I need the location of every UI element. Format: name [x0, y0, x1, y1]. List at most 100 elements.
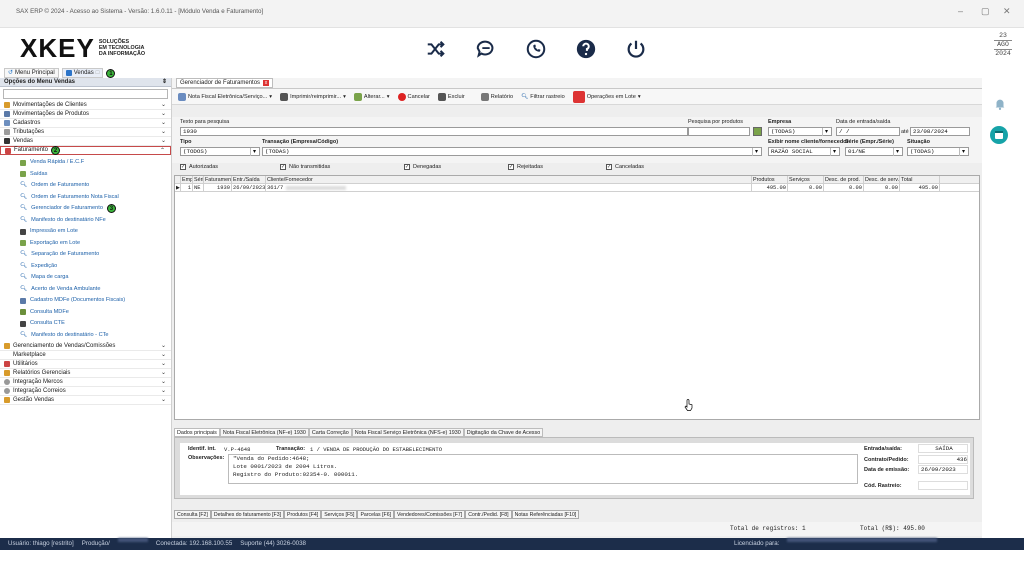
cancel-button[interactable]: Cancelar	[397, 92, 430, 101]
tab-vendedores[interactable]: Vendedores/Comissões [F7]	[394, 510, 466, 519]
tab-carta-correcao[interactable]: Carta Correção	[308, 428, 352, 437]
sidebar-sub-venda-rapida[interactable]: Venda Rápida / E.C.F	[0, 157, 171, 169]
date-label: Data de entrada/saída	[836, 119, 891, 125]
series-select[interactable]: 01/NE	[845, 147, 903, 156]
type-select[interactable]: (TODOS)	[180, 147, 260, 156]
close-icon[interactable]: x	[263, 80, 270, 86]
sidebar-item-vendas[interactable]: Vendas ⌄	[0, 137, 171, 146]
company-select[interactable]: (TODAS)	[768, 127, 832, 136]
alter-button[interactable]: Alterar... ▾	[353, 92, 390, 101]
tab-chave-acesso[interactable]: Digitação da Chave de Acesso	[463, 428, 544, 437]
maximize-button[interactable]: ▢	[981, 6, 990, 17]
sales-icon	[65, 70, 72, 76]
emission-value: 26/09/2023	[918, 465, 968, 474]
date-year: 2024	[995, 50, 1011, 57]
tab-notas-ref[interactable]: Notas Referênciadas [F10]	[511, 510, 580, 519]
sidebar-title: Opções do Menu Vendas ⇕	[0, 78, 171, 87]
tab-consulta[interactable]: Consulta [F2]	[174, 510, 211, 519]
tab-nfe[interactable]: Nota Fiscal Eletrônica (NF-e) 1930	[219, 428, 309, 437]
nfe-button[interactable]: Nota Fiscal Eletrônica/Serviço... ▾	[178, 92, 272, 101]
obs-textarea[interactable]: "Venda do Pedido:4648; Lote 0001/2023 de…	[228, 454, 858, 484]
print-button[interactable]: Imprimir/reimprimir... ▾	[280, 92, 346, 101]
tab-detalhes[interactable]: Detalhes do faturamento [F3]	[210, 510, 285, 519]
trash-icon	[437, 92, 446, 101]
tab-vendas[interactable]: Vendas □	[61, 68, 104, 78]
status-select[interactable]: (TODAS)	[907, 147, 969, 156]
tab-nfse[interactable]: Nota Fiscal Serviço Eletrônica (NFS-e) 1…	[351, 428, 464, 437]
date-to-input[interactable]: 23/08/2024	[910, 127, 970, 136]
transaction-select[interactable]: (TODAS)	[262, 147, 762, 156]
search-icon: 🔍︎	[20, 216, 28, 223]
close-button[interactable]: ✕	[1003, 6, 1011, 17]
chevron-down-icon: ⌄	[160, 129, 166, 135]
tab-main-menu[interactable]: ↺ Menu Principal	[4, 68, 59, 78]
tab-gerenciador[interactable]: Gerenciador de Faturamentos x	[176, 78, 274, 88]
exit-icon	[20, 171, 26, 178]
toolbar: Nota Fiscal Eletrônica/Serviço... ▾ Impr…	[172, 89, 982, 105]
report-button[interactable]: Relatório	[480, 92, 513, 101]
tab-produtos[interactable]: Produtos [F4]	[284, 510, 322, 519]
tab-parcelas[interactable]: Parcelas [F6]	[357, 510, 395, 519]
sidebar-search-input[interactable]	[3, 89, 168, 99]
notification-icon[interactable]	[993, 97, 1007, 111]
ident-value: V.P-4648	[224, 446, 251, 453]
chevron-up-icon: ⌃	[159, 148, 165, 154]
sidebar-item-gestao[interactable]: Gestão Vendas ⌄	[0, 396, 171, 405]
invoice-icon	[5, 147, 11, 154]
tab-contr-pedid[interactable]: Contr./Pedid. [F8]	[465, 510, 512, 519]
entry-value: SAÍDA	[918, 444, 968, 453]
sidebar-sub-gerenciador[interactable]: 🔍︎ Gerenciador de Faturamento 3	[0, 203, 171, 215]
sidebar-sub-ordem[interactable]: 🔍︎ Ordem de Faturamento	[0, 180, 171, 192]
check-nao-transmitidas[interactable]: ✓ Não transmitidas	[280, 164, 330, 170]
calendar-icon[interactable]	[990, 126, 1008, 144]
batch-button[interactable]: Operações em Lote ▾	[572, 90, 641, 103]
sidebar-sub-mdfe[interactable]: Cadastro MDFe (Documentos Fiscais)	[0, 295, 171, 307]
pin-icon[interactable]: ⇕	[162, 78, 167, 87]
tab-close-icon[interactable]: □	[96, 68, 100, 78]
search-icon: 🔍︎	[20, 274, 28, 280]
help-icon[interactable]	[575, 38, 597, 60]
show-name-select[interactable]: RAZÃO SOCIAL	[768, 147, 840, 156]
percent-icon	[4, 129, 10, 135]
date-from-input[interactable]: / /	[836, 127, 900, 136]
chat-icon[interactable]	[475, 38, 497, 60]
sidebar-sub-impressao[interactable]: Impressão em Lote	[0, 226, 171, 238]
sidebar-sub-separacao[interactable]: 🔍︎ Separação de Faturamento	[0, 249, 171, 261]
tab-dados-principais[interactable]: Dados principais	[174, 428, 220, 437]
sidebar-sub-consulta-cte[interactable]: Consulta CTE	[0, 318, 171, 330]
shuffle-icon[interactable]	[425, 38, 447, 60]
search-icon: 🔍︎	[20, 262, 28, 269]
check-canceladas[interactable]: ✓ Canceladas	[606, 164, 644, 170]
back-icon: ↺	[8, 70, 14, 76]
status-user: Usuário: thiago [restrito]	[8, 540, 74, 547]
sidebar-item-faturamento[interactable]: Faturamento 2 ⌃	[0, 146, 171, 155]
tab-servicos[interactable]: Serviços [F5]	[321, 510, 358, 519]
sidebar-sub-acerto[interactable]: 🔍︎ Acerto de Venda Ambulante	[0, 284, 171, 296]
delete-button[interactable]: Excluir	[437, 92, 465, 101]
sidebar: Opções do Menu Vendas ⇕ Movimentações de …	[0, 78, 172, 538]
show-name-label: Exibir nome cliente/fornecedor	[768, 139, 849, 145]
sidebar-sub-saidas[interactable]: Saídas	[0, 169, 171, 181]
sidebar-sub-mapa[interactable]: 🔍︎ Mapa de carga	[0, 272, 171, 284]
sidebar-sub-ordem-nf[interactable]: 🔍︎ Ordem de Faturamento Nota Fiscal	[0, 192, 171, 204]
product-search-icon[interactable]	[753, 127, 762, 136]
chevron-down-icon: ⌄	[160, 102, 166, 108]
sidebar-sub-consulta-mdfe[interactable]: Consulta MDFe	[0, 307, 171, 319]
filter-button[interactable]: 🔍︎ Filtrar rastreio	[521, 94, 565, 100]
search-icon: 🔍︎	[20, 182, 28, 188]
logo: XKEY SOLUÇÕES EM TECNOLOGIA DA INFORMAÇÃO	[20, 35, 145, 61]
minimize-button[interactable]: –	[958, 6, 963, 16]
table-row[interactable]: ▶ 1 NE 1930 26/09/2023 361/7 495.00 0.00…	[175, 184, 979, 192]
whatsapp-icon[interactable]	[525, 38, 547, 60]
check-denegadas[interactable]: ✓ Denegadas	[404, 164, 441, 170]
sidebar-sub-exportacao[interactable]: Exportação em Lote	[0, 238, 171, 250]
check-autorizadas[interactable]: ✓ Autorizadas	[180, 164, 218, 170]
sidebar-sub-manifesto-nfe[interactable]: 🔍︎ Manifesto do destinatário NFe	[0, 215, 171, 227]
check-rejeitadas[interactable]: ✓ Rejeitadas	[508, 164, 543, 170]
sidebar-sub-expedicao[interactable]: 🔍︎ Expedição	[0, 261, 171, 273]
search-input[interactable]: 1930	[180, 127, 688, 136]
step-badge-1: 1	[106, 68, 116, 78]
sidebar-sub-manifesto-cte[interactable]: 🔍︎ Manifesto do destinatário - CTe	[0, 330, 171, 342]
power-icon[interactable]	[625, 38, 647, 60]
product-search-input[interactable]	[688, 127, 750, 136]
